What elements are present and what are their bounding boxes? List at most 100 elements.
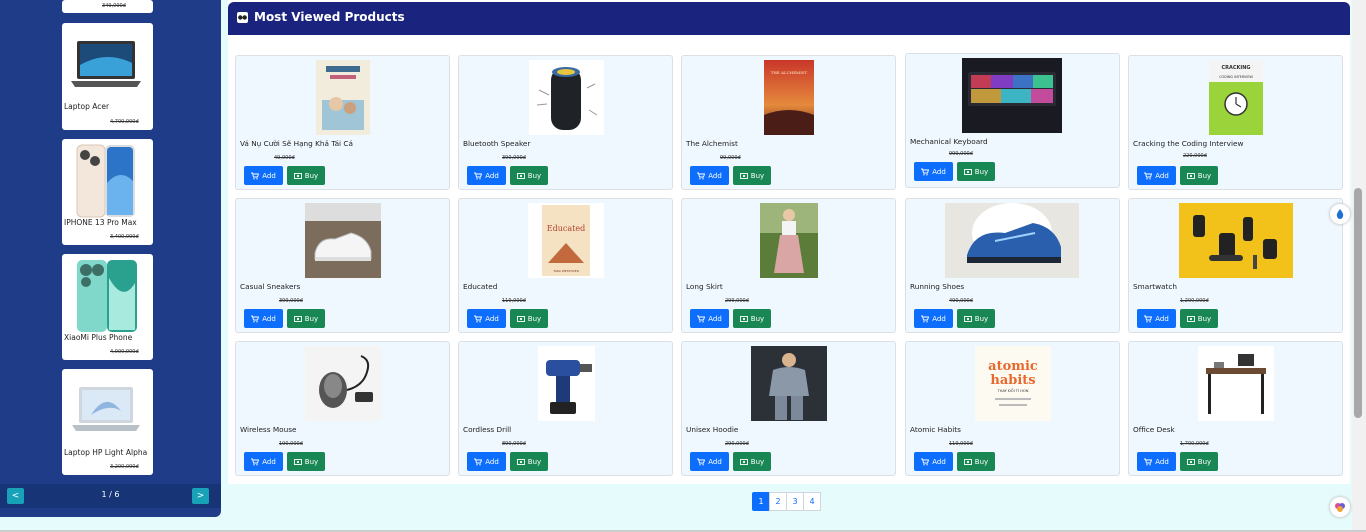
- add-label: Add: [708, 314, 722, 323]
- hoodie-image: [751, 346, 827, 421]
- add-to-cart-button[interactable]: Add: [467, 309, 506, 328]
- product-old-price: 99,000đ: [720, 155, 741, 161]
- add-to-cart-button[interactable]: Add: [914, 162, 953, 181]
- buy-now-button[interactable]: Buy: [957, 309, 995, 328]
- page-2-button[interactable]: 2: [769, 492, 787, 511]
- atomic-cover-title-2: habits: [990, 373, 1035, 388]
- buy-now-button[interactable]: Buy: [957, 162, 995, 181]
- buy-label: Buy: [1197, 314, 1212, 323]
- buy-now-button[interactable]: Buy: [287, 166, 325, 185]
- product-card[interactable]: CRACKING CODING INTERVIEW Cracking the Co…: [1128, 55, 1343, 190]
- product-card[interactable]: Running Shoes 490,000đ Add Buy: [905, 198, 1120, 333]
- cracking-cover-title: CRACKING: [1221, 65, 1250, 71]
- chat-icon: [1335, 503, 1345, 512]
- buy-now-button[interactable]: Buy: [733, 452, 771, 471]
- buy-now-button[interactable]: Buy: [287, 309, 325, 328]
- buy-now-button[interactable]: Buy: [510, 309, 548, 328]
- sidebar-product-card[interactable]: Laptop Acer 4,700,000đ: [62, 23, 153, 130]
- book-cover-image: THE ALCHEMIST: [764, 60, 814, 135]
- add-to-cart-button[interactable]: Add: [467, 166, 506, 185]
- page-4-button[interactable]: 4: [803, 492, 821, 511]
- product-card[interactable]: Unisex Hoodie 290,000đ Add Buy: [681, 341, 896, 476]
- cart-icon: [921, 315, 930, 322]
- buy-now-button[interactable]: Buy: [733, 309, 771, 328]
- sidebar-next-button[interactable]: >: [192, 488, 209, 504]
- product-card[interactable]: Office Desk 1,700,000đ Add Buy: [1128, 341, 1343, 476]
- add-to-cart-button[interactable]: Add: [244, 309, 283, 328]
- buy-now-button[interactable]: Buy: [510, 452, 548, 471]
- running-shoes-image: [945, 203, 1079, 278]
- scrollbar-thumb[interactable]: [1354, 188, 1362, 418]
- product-name: The Alchemist: [686, 139, 738, 148]
- product-card[interactable]: Long Skirt 299,000đ Add Buy: [681, 198, 896, 333]
- add-label: Add: [932, 457, 946, 466]
- buy-now-button[interactable]: Buy: [957, 452, 995, 471]
- product-card[interactable]: Casual Sneakers 399,000đ Add Buy: [235, 198, 450, 333]
- product-old-price: 390,000đ: [502, 155, 526, 161]
- page-1-button[interactable]: 1: [752, 492, 770, 511]
- money-icon: [516, 315, 525, 322]
- product-card[interactable]: atomic habits THAY ĐỔI TÍ HON Atomic Habit…: [905, 341, 1120, 476]
- cart-icon: [474, 458, 483, 465]
- buy-now-button[interactable]: Buy: [510, 166, 548, 185]
- add-to-cart-button[interactable]: Add: [244, 452, 283, 471]
- sidebar-product-card[interactable]: 349,000đ: [62, 0, 153, 13]
- buy-now-button[interactable]: Buy: [287, 452, 325, 471]
- desk-image: [1198, 346, 1274, 421]
- product-card[interactable]: Vá Nụ Cười Sẽ Hạng Khả Tái Cá 49,000đ Ad…: [235, 55, 450, 190]
- product-name: Running Shoes: [910, 282, 965, 291]
- page-3-button[interactable]: 3: [786, 492, 804, 511]
- money-icon: [739, 172, 748, 179]
- buy-label: Buy: [974, 314, 989, 323]
- add-to-cart-button[interactable]: Add: [690, 166, 729, 185]
- add-to-cart-button[interactable]: Add: [1137, 452, 1176, 471]
- add-to-cart-button[interactable]: Add: [690, 452, 729, 471]
- add-to-cart-button[interactable]: Add: [1137, 309, 1176, 328]
- buy-now-button[interactable]: Buy: [1180, 452, 1218, 471]
- money-icon: [739, 315, 748, 322]
- sidebar-product-card[interactable]: IPHONE 13 Pro Max 3,400,000đ: [62, 139, 153, 245]
- add-to-cart-button[interactable]: Add: [467, 452, 506, 471]
- buy-label: Buy: [1197, 457, 1212, 466]
- buy-label: Buy: [304, 171, 319, 180]
- add-label: Add: [262, 171, 276, 180]
- buy-label: Buy: [974, 457, 989, 466]
- sidebar-product-name: Laptop Acer: [64, 102, 110, 111]
- educated-cover-title: Educated: [547, 224, 585, 233]
- droplet-icon: [1336, 209, 1344, 219]
- chat-widget-button[interactable]: [1330, 497, 1350, 517]
- add-label: Add: [262, 457, 276, 466]
- sidebar-product-card[interactable]: XiaoMi Plus Phone 4,000,000đ: [62, 254, 153, 360]
- product-card[interactable]: Smartwatch 1,200,000đ Add Buy: [1128, 198, 1343, 333]
- product-card[interactable]: Mechanical Keyboard 999,000đ Add Buy: [905, 53, 1120, 188]
- product-card[interactable]: Bluetooth Speaker 390,000đ Add Buy: [458, 55, 673, 190]
- product-old-price: 399,000đ: [279, 298, 303, 304]
- add-label: Add: [708, 171, 722, 180]
- product-card[interactable]: Educated TARA WESTOVER Educated 119,000đ …: [458, 198, 673, 333]
- sidebar-panel: 349,000đ Laptop Acer 4,700,000đ IPHONE 1…: [0, 0, 221, 517]
- add-to-cart-button[interactable]: Add: [690, 309, 729, 328]
- product-card[interactable]: Cordless Drill 890,000đ Add Buy: [458, 341, 673, 476]
- buy-now-button[interactable]: Buy: [1180, 166, 1218, 185]
- add-label: Add: [485, 171, 499, 180]
- product-name: Atomic Habits: [910, 425, 961, 434]
- product-card[interactable]: Wireless Mouse 190,000đ Add Buy: [235, 341, 450, 476]
- laptop-acer-image: [67, 26, 145, 103]
- add-label: Add: [932, 314, 946, 323]
- atomic-cover-subtitle: THAY ĐỔI TÍ HON: [997, 388, 1029, 393]
- float-widget-button[interactable]: [1330, 204, 1350, 224]
- buy-now-button[interactable]: Buy: [1180, 309, 1218, 328]
- add-to-cart-button[interactable]: Add: [244, 166, 283, 185]
- keyboard-image: [962, 58, 1062, 133]
- product-name: Office Desk: [1133, 425, 1175, 434]
- add-to-cart-button[interactable]: Add: [914, 452, 953, 471]
- buy-now-button[interactable]: Buy: [733, 166, 771, 185]
- product-card[interactable]: THE ALCHEMIST The Alchemist 99,000đ Add …: [681, 55, 896, 190]
- add-to-cart-button[interactable]: Add: [1137, 166, 1176, 185]
- cart-icon: [697, 458, 706, 465]
- product-old-price: 119,000đ: [502, 298, 526, 304]
- add-to-cart-button[interactable]: Add: [914, 309, 953, 328]
- eyes-icon: [237, 12, 248, 23]
- iphone-image: [67, 142, 145, 219]
- sidebar-product-card[interactable]: Laptop HP Light Alpha 3,200,000đ: [62, 369, 153, 475]
